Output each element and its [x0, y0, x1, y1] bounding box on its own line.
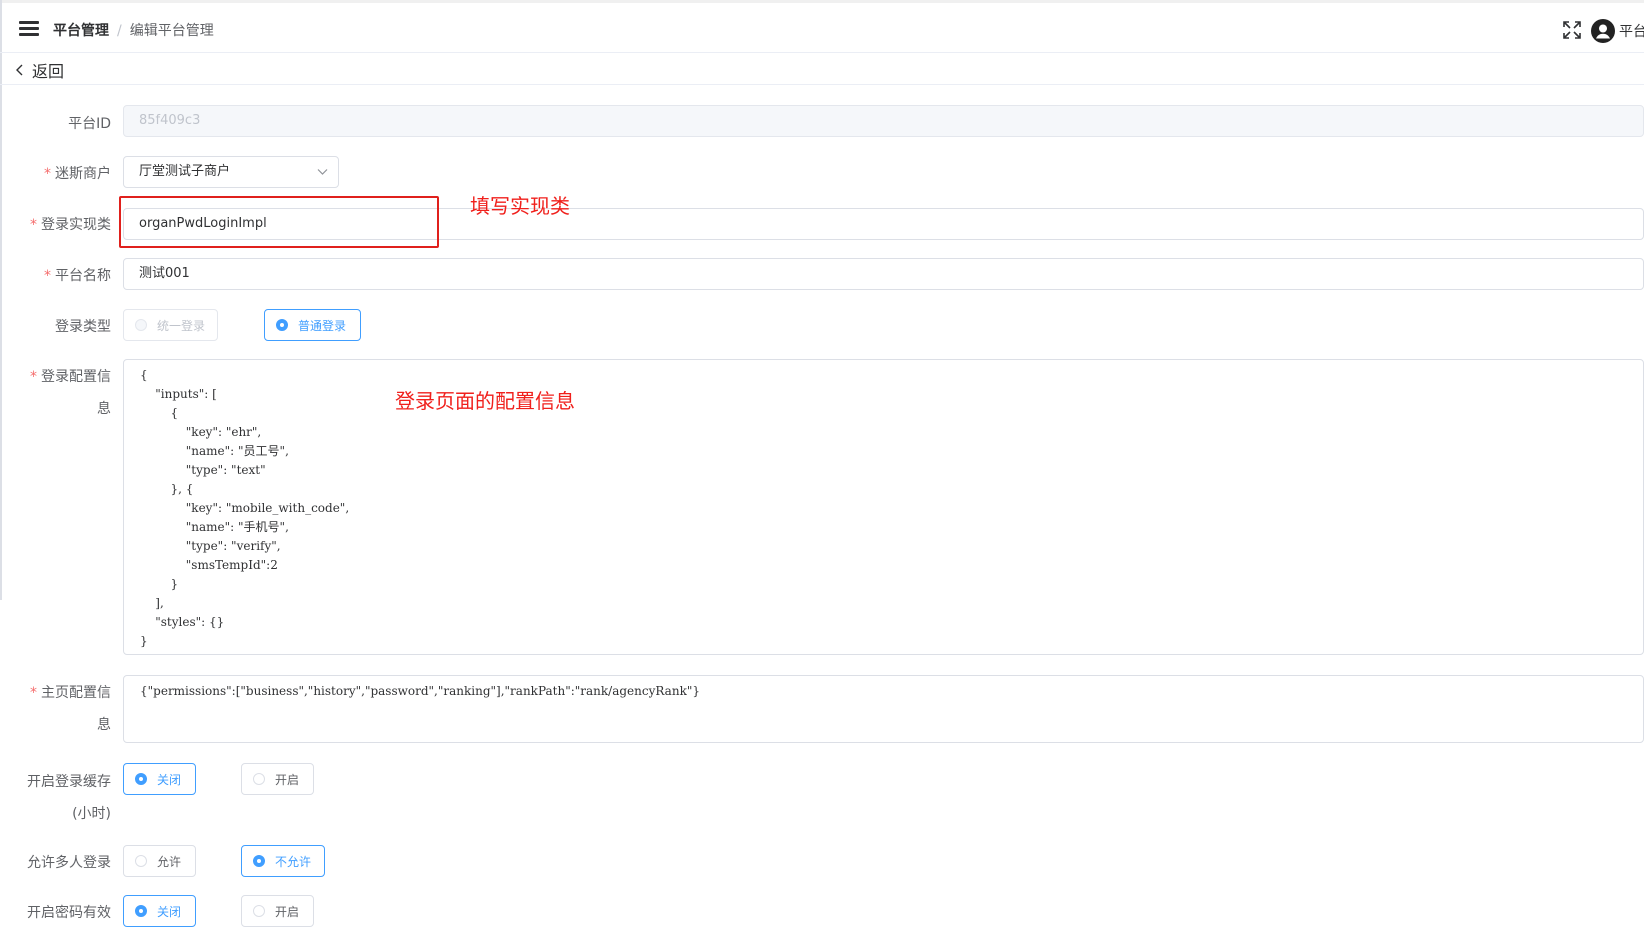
multi-login-allow-label: 允许 [157, 854, 182, 869]
login-cache-off-label: 关闭 [157, 772, 182, 787]
multi-login-label: 允许多人登录 [27, 855, 111, 871]
login-cache-off-radio[interactable]: 关闭 [123, 763, 196, 795]
radio-dot [135, 855, 147, 867]
radio-dot [253, 905, 265, 917]
home-config-label-cont: 息 [97, 717, 111, 733]
menu-icon[interactable] [19, 21, 39, 37]
multi-login-deny-label: 不允许 [275, 854, 312, 869]
merchant-select[interactable]: 厅堂测试子商户 [123, 156, 339, 188]
back-button[interactable]: 返回 [14, 58, 64, 82]
password-valid-off-radio[interactable]: 关闭 [123, 895, 196, 927]
back-divider [0, 84, 1644, 85]
merchant-label: * 迷斯商户 [44, 166, 111, 182]
chevron-left-icon [16, 64, 23, 76]
radio-dot [253, 855, 265, 867]
radio-dot [135, 773, 147, 785]
login-cache-label: 开启登录缓存 [27, 774, 111, 790]
radio-dot [276, 319, 288, 331]
login-config-label: * 登录配置信 [30, 369, 111, 385]
config-annotation: 登录页面的配置信息 [395, 389, 575, 413]
multi-login-allow-radio[interactable]: 允许 [123, 845, 196, 877]
breadcrumb: 平台管理 / 编辑平台管理 [53, 20, 214, 40]
annotation-box [119, 196, 439, 248]
breadcrumb-separator: / [117, 23, 122, 39]
login-impl-label: * 登录实现类 [30, 217, 111, 233]
impl-annotation: 填写实现类 [470, 194, 570, 218]
fullscreen-icon[interactable] [1562, 20, 1582, 40]
breadcrumb-root[interactable]: 平台管理 [53, 23, 109, 39]
breadcrumb-current: 编辑平台管理 [129, 23, 214, 39]
chevron-down-icon [317, 169, 328, 175]
login-type-normal-radio[interactable]: 普通登录 [264, 309, 361, 341]
radio-dot [253, 773, 265, 785]
password-valid-label: 开启密码有效 [27, 905, 111, 921]
radio-dot [135, 319, 147, 331]
platform-name-label: * 平台名称 [44, 268, 111, 284]
login-type-normal-label: 普通登录 [298, 318, 347, 333]
password-valid-on-label: 开启 [275, 904, 300, 919]
left-border [0, 0, 2, 600]
login-config-label-cont: 息 [97, 401, 111, 417]
platform-id-label: 平台ID [68, 116, 111, 132]
platform-name-input[interactable]: 测试001 [123, 258, 1644, 290]
login-type-unified-label: 统一登录 [157, 318, 206, 333]
login-cache-on-radio[interactable]: 开启 [241, 763, 314, 795]
login-type-unified-radio[interactable]: 统一登录 [123, 309, 218, 341]
multi-login-deny-radio[interactable]: 不允许 [241, 845, 325, 877]
login-cache-on-label: 开启 [275, 772, 300, 787]
user-name[interactable]: 平台 [1619, 21, 1644, 41]
back-label: 返回 [32, 62, 65, 81]
user-avatar-icon[interactable] [1591, 19, 1615, 43]
radio-dot [135, 905, 147, 917]
home-config-label: * 主页配置信 [30, 685, 111, 701]
login-type-label: 登录类型 [55, 319, 111, 335]
login-config-textarea[interactable]: { "inputs": [ { "key": "ehr", "name": "员… [123, 359, 1644, 655]
home-config-textarea[interactable]: {"permissions":["business","history","pa… [123, 675, 1644, 743]
navbar: 平台管理 / 编辑平台管理 平台 [0, 3, 1644, 53]
password-valid-on-radio[interactable]: 开启 [241, 895, 314, 927]
platform-id-input[interactable]: 85f409c3 [123, 105, 1644, 137]
merchant-value: 厅堂测试子商户 [139, 164, 231, 179]
password-valid-off-label: 关闭 [157, 904, 182, 919]
login-cache-label-cont: (小时) [72, 806, 111, 822]
